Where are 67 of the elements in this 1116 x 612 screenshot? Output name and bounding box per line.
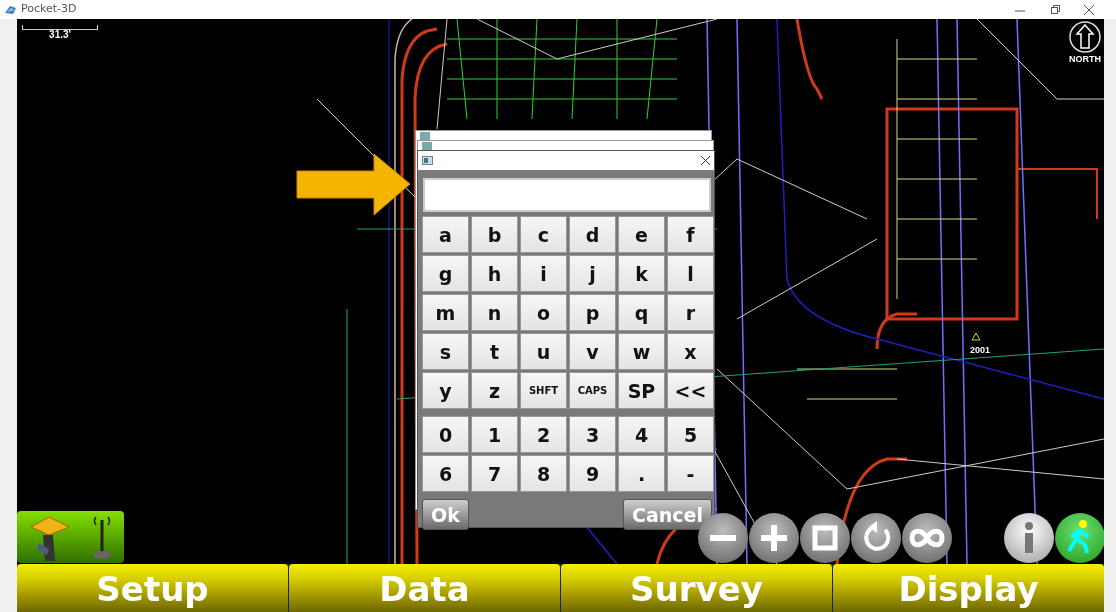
close-icon[interactable] <box>1084 4 1094 15</box>
point-marker-icon <box>971 332 981 341</box>
key-button[interactable]: c <box>520 216 567 253</box>
north-label: NORTH <box>1068 54 1102 64</box>
key-button[interactable]: t <box>471 333 518 370</box>
key-button[interactable]: 5 <box>667 416 714 453</box>
key-button[interactable]: x <box>667 333 714 370</box>
key-button[interactable]: j <box>569 255 616 292</box>
key-button[interactable]: z <box>471 372 518 409</box>
key-button[interactable]: 1 <box>471 416 518 453</box>
key-button[interactable]: q <box>618 294 665 331</box>
key-button[interactable]: o <box>520 294 567 331</box>
key-button[interactable]: h <box>471 255 518 292</box>
key-button[interactable]: << <box>667 372 714 409</box>
key-button[interactable]: w <box>618 333 665 370</box>
rotate-button[interactable] <box>851 513 901 563</box>
window-icon <box>422 156 433 165</box>
key-button[interactable]: 8 <box>520 455 567 492</box>
key-button[interactable]: d <box>569 216 616 253</box>
minus-icon <box>710 535 736 541</box>
walking-person-icon <box>1067 520 1091 555</box>
key-button[interactable]: b <box>471 216 518 253</box>
key-button[interactable]: l <box>667 255 714 292</box>
key-button[interactable]: n <box>471 294 518 331</box>
key-button[interactable]: a <box>422 216 469 253</box>
key-button[interactable]: - <box>667 455 714 492</box>
key-button[interactable]: k <box>618 255 665 292</box>
walking-person-button[interactable] <box>1055 513 1104 563</box>
text-input-field[interactable] <box>423 178 711 212</box>
point-label: 2001 <box>970 345 991 355</box>
key-button[interactable]: v <box>569 333 616 370</box>
key-button[interactable]: 3 <box>569 416 616 453</box>
key-button[interactable]: 0 <box>422 416 469 453</box>
restore-icon[interactable] <box>1051 5 1060 14</box>
app-icon <box>4 4 17 15</box>
pointer-arrow-icon <box>296 153 411 216</box>
info-button[interactable] <box>1004 513 1054 563</box>
key-button[interactable]: e <box>618 216 665 253</box>
key-button[interactable]: 4 <box>618 416 665 453</box>
extents-button[interactable] <box>800 513 850 563</box>
infinity-button[interactable] <box>902 513 952 563</box>
key-button[interactable]: s <box>422 333 469 370</box>
key-button[interactable]: . <box>618 455 665 492</box>
key-button[interactable]: SP <box>618 372 665 409</box>
key-button[interactable]: i <box>520 255 567 292</box>
key-button[interactable]: 9 <box>569 455 616 492</box>
plus-icon <box>761 525 787 551</box>
key-button[interactable]: 7 <box>471 455 518 492</box>
close-icon[interactable] <box>701 156 710 165</box>
key-button[interactable]: SHFT <box>520 372 567 409</box>
scale-bar: 31.3' <box>22 25 98 40</box>
info-icon <box>1025 522 1033 553</box>
key-button[interactable]: g <box>422 255 469 292</box>
window-title: Pocket-3D <box>21 1 77 18</box>
square-icon <box>812 525 838 551</box>
key-button[interactable]: p <box>569 294 616 331</box>
key-button[interactable]: f <box>667 216 714 253</box>
key-button[interactable]: 6 <box>422 455 469 492</box>
key-button[interactable]: u <box>520 333 567 370</box>
key-button[interactable]: CAPS <box>569 372 616 409</box>
key-button[interactable]: m <box>422 294 469 331</box>
zoom-in-button[interactable] <box>749 513 799 563</box>
key-button[interactable]: 2 <box>520 416 567 453</box>
infinity-icon <box>909 528 945 548</box>
rotate-icon <box>864 521 891 551</box>
key-button[interactable]: y <box>422 372 469 409</box>
key-button[interactable]: r <box>667 294 714 331</box>
